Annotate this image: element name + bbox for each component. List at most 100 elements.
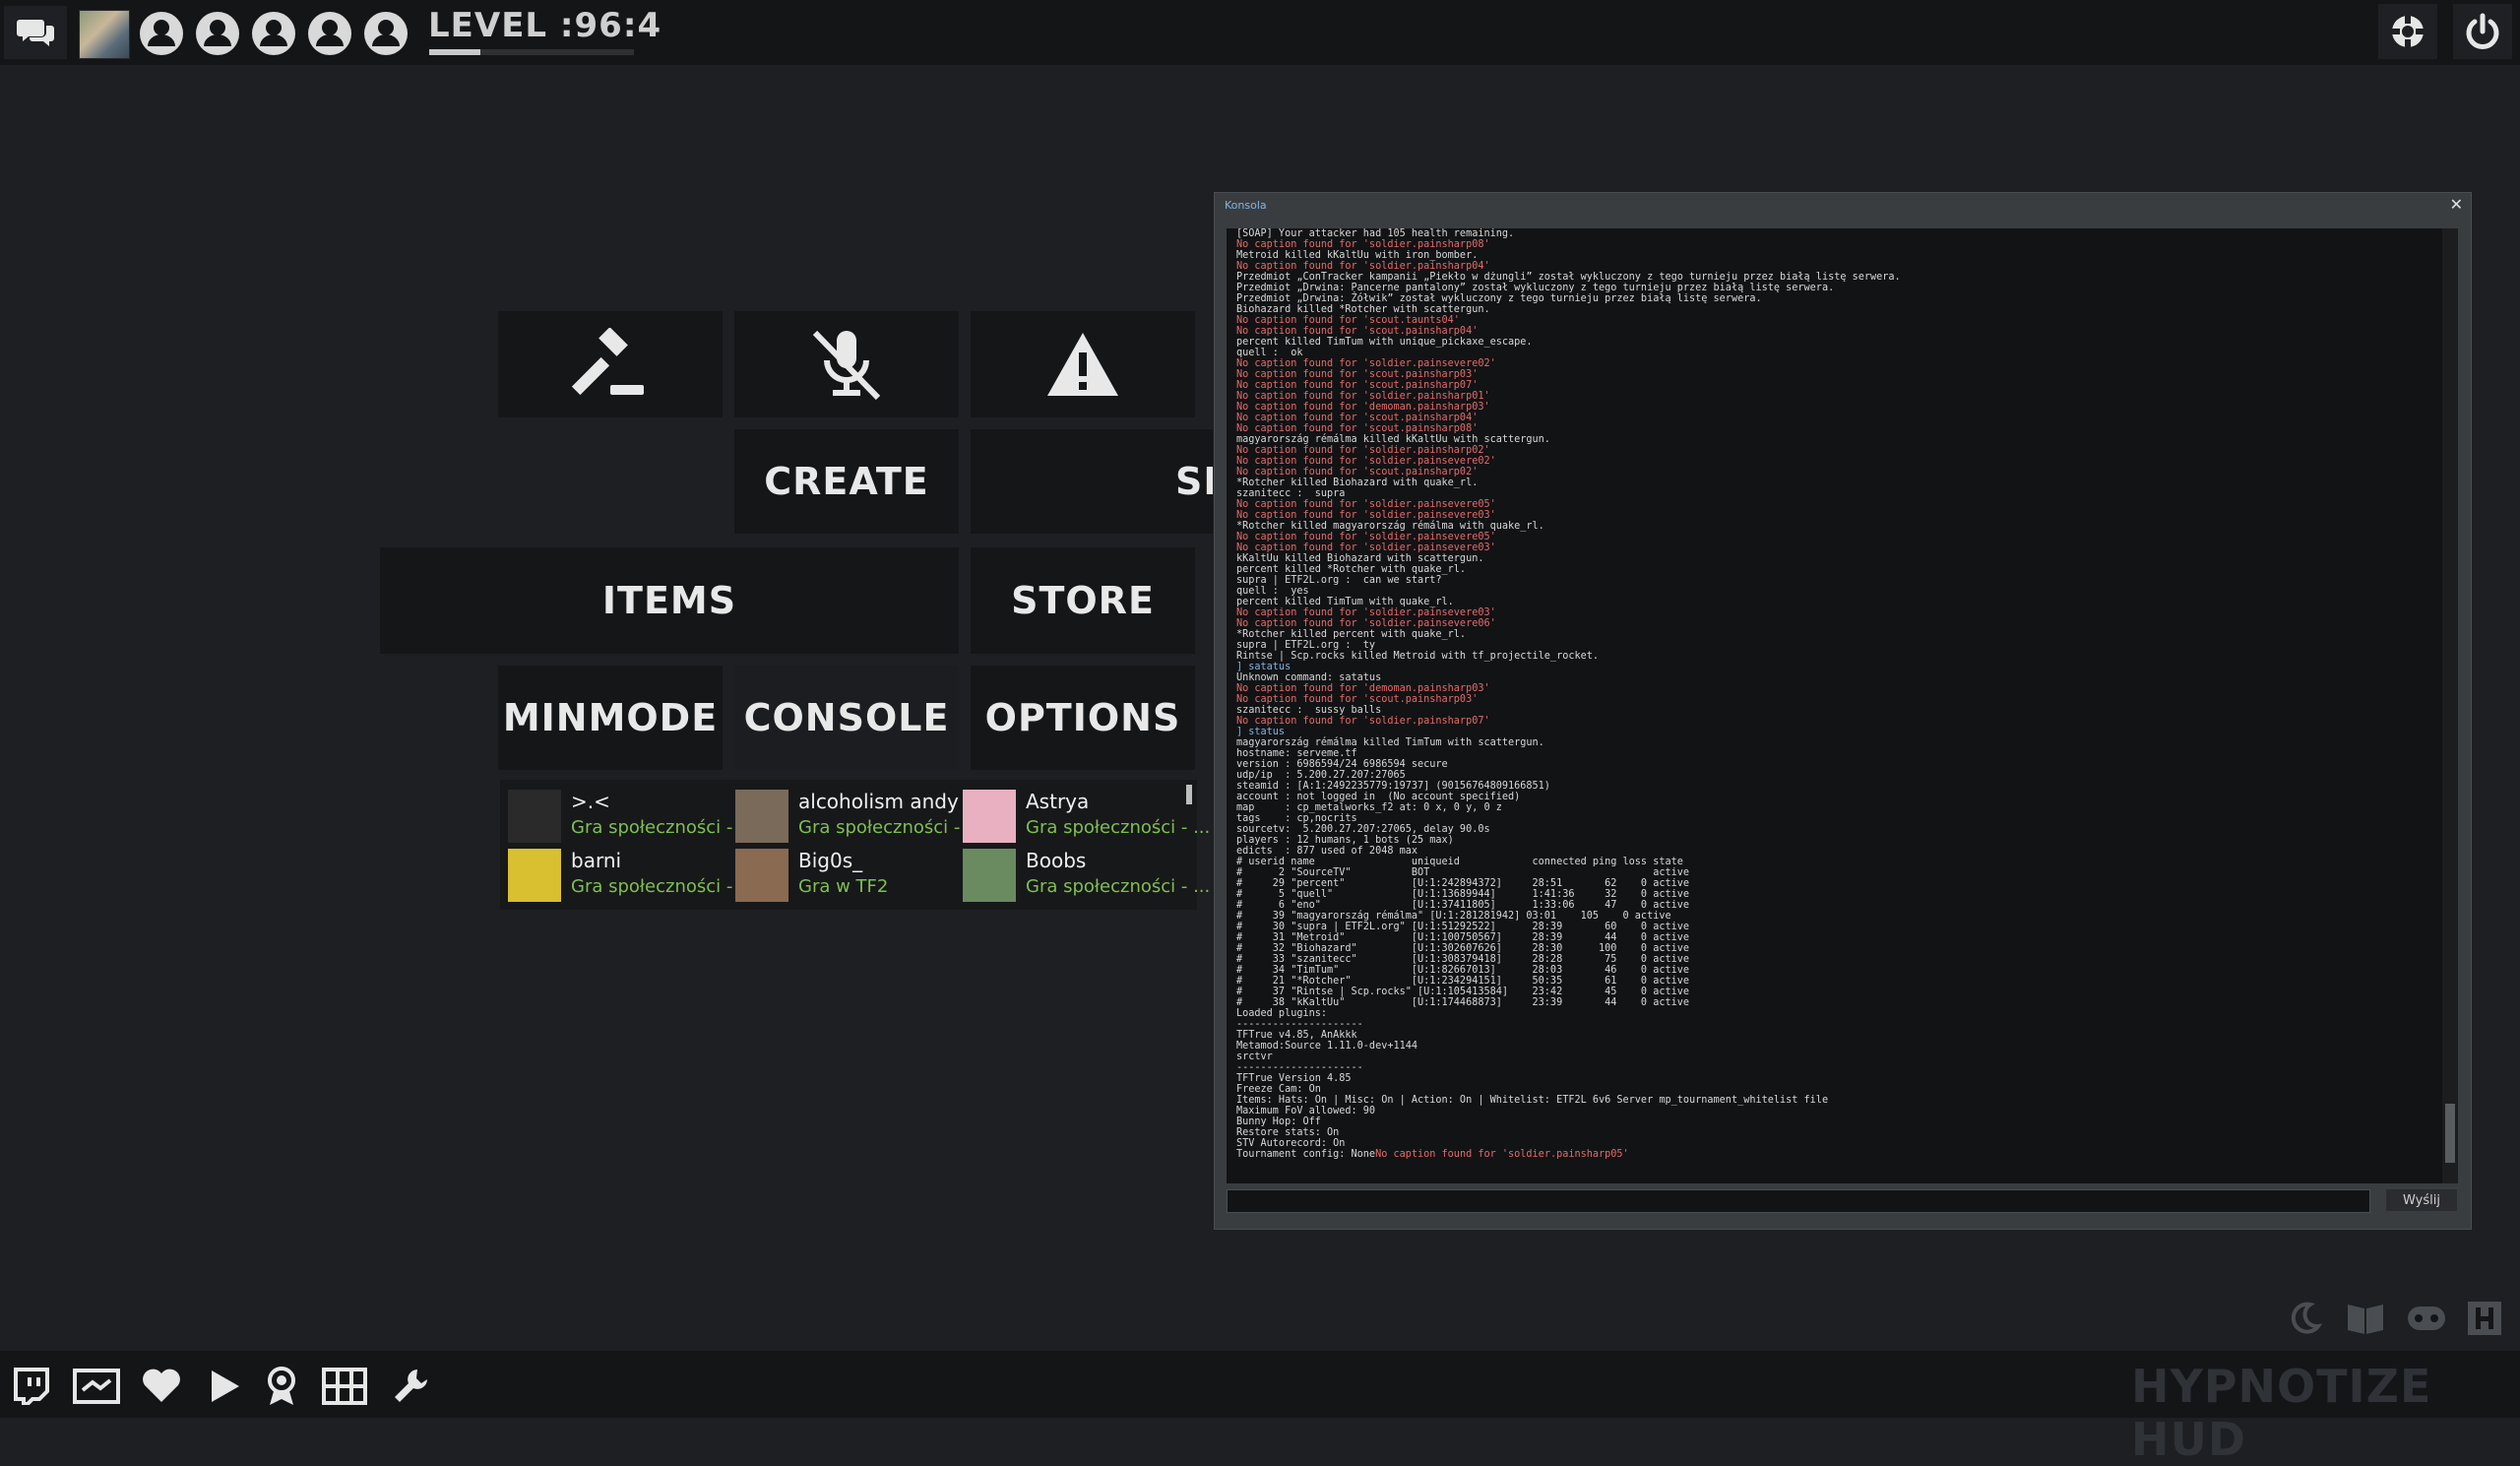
console-line: magyarország rémálma killed TimTum with … (1236, 737, 1544, 748)
options-button[interactable]: OPTIONS (971, 666, 1195, 770)
minmode-button[interactable]: MINMODE (498, 666, 723, 770)
friend-status: Gra społeczności - ... (1026, 817, 1211, 838)
console-line: Unknown command: satatus (1236, 672, 1382, 683)
console-line: players : 12 humans, 1 bots (25 max) (1236, 835, 1454, 846)
console-title: Konsola (1225, 199, 1267, 212)
console-line: account : not logged in (No account spec… (1236, 792, 1521, 802)
report-button[interactable] (971, 311, 1195, 417)
console-line: percent killed *Rotcher with quake_rl. (1236, 564, 1467, 575)
party-slot-icon[interactable] (194, 10, 241, 57)
console-line: *Rotcher killed percent with quake_rl. (1236, 629, 1467, 640)
friend-avatar (963, 790, 1016, 843)
console-line: Items: Hats: On | Misc: On | Action: On … (1236, 1095, 1829, 1106)
console-line: Biohazard killed *Rotcher with scattergu… (1236, 304, 1490, 315)
console-line: # 29 "percent" [U:1:242894372] 28:51 62 … (1236, 878, 1690, 889)
friends-scrollbar[interactable] (1186, 785, 1192, 804)
friend-name: barni (571, 849, 622, 872)
console-line: TFTrue Version 4.85 (1236, 1073, 1352, 1084)
power-icon[interactable] (2453, 4, 2512, 59)
console-line: No caption found for 'soldier.painsevere… (1236, 456, 1496, 467)
console-line: No caption found for 'scout.painsharp03' (1236, 369, 1479, 380)
party-slot-icon[interactable] (362, 10, 410, 57)
console-line: udp/ip : 5.200.27.207:27065 (1236, 770, 1406, 781)
hud-logo-icon[interactable] (2463, 1298, 2506, 1339)
console-line: percent killed TimTum with unique_pickax… (1236, 337, 1533, 348)
console-line: *Rotcher killed magyarország rémálma wit… (1236, 521, 1544, 532)
party-slot-icon[interactable] (138, 10, 185, 57)
console-line: No caption found for 'scout.painsharp03' (1236, 694, 1479, 705)
friend-name: Boobs (1026, 849, 1087, 872)
console-line: tags : cp,nocrits (1236, 813, 1357, 824)
servers-button[interactable]: SE (971, 429, 1213, 534)
play-icon[interactable] (205, 1367, 244, 1406)
console-line: Przedmiot „Drwina: Pancerne pantalony” z… (1236, 283, 1835, 293)
chat-icon[interactable] (4, 6, 67, 59)
store-button[interactable]: STORE (971, 547, 1195, 654)
achievements-icon[interactable] (262, 1365, 301, 1408)
party-slot-icon[interactable] (306, 10, 353, 57)
replay-film-icon[interactable] (321, 1367, 368, 1406)
console-line: No caption found for 'demoman.painsharp0… (1236, 402, 1490, 413)
warning-icon (1047, 333, 1118, 396)
vote-kick-button[interactable] (498, 311, 723, 417)
console-line: # 6 "eno" [U:1:37411805] 1:33:06 47 0 ac… (1236, 900, 1690, 911)
console-line: No caption found for 'soldier.painsevere… (1236, 499, 1496, 510)
heart-icon[interactable] (140, 1367, 183, 1406)
console-line: Freeze Cam: On (1236, 1084, 1321, 1095)
friend-name: Astrya (1026, 790, 1090, 813)
console-line: steamid : [A:1:2492235779:19737] (901567… (1236, 781, 1550, 792)
create-button[interactable]: CREATE (734, 429, 959, 534)
console-line: No caption found for 'scout.painsharp04' (1236, 413, 1479, 423)
console-line: No caption found for 'demoman.painsharp0… (1236, 683, 1490, 694)
console-line: No caption found for 'scout.taunts04' (1236, 315, 1460, 326)
settings-quick-icon[interactable] (2378, 4, 2437, 59)
console-line: # 30 "supra | ETF2L.org" [U:1:51292522] … (1236, 922, 1690, 932)
console-line: --------------------- (1236, 1019, 1363, 1030)
console-line: *Rotcher killed Biohazard with quake_rl. (1236, 478, 1479, 488)
console-line: # userid name uniqueid connected ping lo… (1236, 857, 1683, 867)
console-line: ] status (1236, 727, 1286, 737)
console-scrollbar[interactable] (2442, 228, 2458, 1183)
level-text: LEVEL :96:4 (428, 6, 662, 45)
friend-name: >.< (571, 790, 610, 813)
friend-entry[interactable]: Big0s_ Gra w TF2 (731, 847, 958, 904)
close-icon[interactable]: ✕ (2450, 195, 2463, 214)
friend-status: Gra w TF2 (798, 876, 889, 897)
console-line: Loaded plugins: (1236, 1008, 1328, 1019)
console-line: quell : yes (1236, 586, 1309, 597)
servers-label: SE (1175, 460, 1213, 503)
mute-voice-button[interactable] (734, 311, 959, 417)
friend-entry[interactable]: Boobs Gra społeczności - ... (959, 847, 1210, 904)
friend-entry[interactable]: >.< Gra społeczności - ... (504, 788, 755, 845)
moon-icon[interactable] (2284, 1298, 2325, 1339)
friend-entry[interactable]: alcoholism andy Gra społeczności - ... (731, 788, 982, 845)
console-line: szanitecc : sussy balls (1236, 705, 1382, 716)
console-scroll-thumb[interactable] (2445, 1104, 2455, 1163)
console-line: No caption found for 'soldier.painsevere… (1236, 532, 1496, 542)
twitch-icon[interactable] (12, 1367, 51, 1406)
console-line: No caption found for 'scout.painsharp08' (1236, 423, 1479, 434)
wrench-icon[interactable] (390, 1367, 431, 1406)
console-button[interactable]: CONSOLE (734, 666, 959, 770)
friend-entry[interactable]: Astrya Gra społeczności - ... (959, 788, 1210, 845)
console-command-input[interactable] (1227, 1189, 2370, 1213)
console-line: [SOAP] Your attacker had 105 health rema… (1236, 228, 1515, 239)
book-icon[interactable] (2343, 1298, 2388, 1339)
console-send-button[interactable]: Wyślij (2386, 1189, 2457, 1211)
gavel-icon (571, 328, 644, 396)
server-browser-icon[interactable] (73, 1367, 120, 1406)
console-line: Bunny Hop: Off (1236, 1116, 1321, 1127)
console-line: Metroid killed kKaltUu with iron_bomber. (1236, 250, 1479, 261)
console-line: Przedmiot „ConTracker kampanii „Piekło w… (1236, 272, 1901, 283)
console-line: szanitecc : supra (1236, 488, 1346, 499)
friend-entry[interactable]: barni Gra społeczności - ... (504, 847, 755, 904)
controller-icon[interactable] (2404, 1298, 2449, 1339)
player-avatar[interactable] (79, 10, 130, 59)
party-slot-icon[interactable] (250, 10, 297, 57)
friend-status: Gra społeczności - ... (571, 817, 756, 838)
console-line: No caption found for 'scout.painsharp04' (1236, 326, 1479, 337)
console-line: No caption found for 'soldier.painsharp0… (1236, 445, 1490, 456)
console-line: magyarország rémálma killed kKaltUu with… (1236, 434, 1550, 445)
console-line: # 32 "Biohazard" [U:1:302607626] 28:30 1… (1236, 943, 1690, 954)
items-button[interactable]: ITEMS (380, 547, 959, 654)
